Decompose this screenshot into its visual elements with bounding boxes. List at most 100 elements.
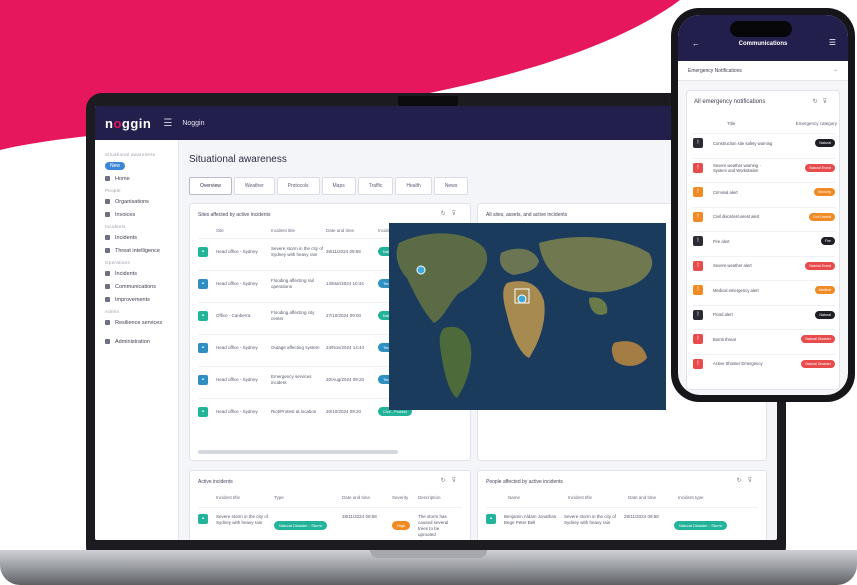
- tab-maps[interactable]: Maps: [321, 177, 356, 195]
- filter-icon[interactable]: ⊽: [452, 478, 462, 484]
- notification-icon: !: [693, 162, 703, 173]
- notification-row[interactable]: ! Active Shooter Emergency Natural Disaste…: [693, 353, 835, 373]
- map-marker[interactable]: [416, 265, 426, 275]
- refresh-icon[interactable]: ↻: [441, 478, 452, 484]
- notification-icon: !: [693, 187, 703, 197]
- sidebar-item-incidents[interactable]: Incidents: [101, 232, 172, 243]
- world-map[interactable]: [389, 223, 666, 410]
- title-cell: Emergency services incident: [271, 373, 312, 385]
- notification-icon: !: [693, 236, 703, 246]
- sidebar-item-incidents-ops[interactable]: Incidents: [101, 268, 172, 279]
- status-badge: Natural Disaster - Storm: [274, 521, 327, 530]
- refresh-icon[interactable]: ↻: [737, 478, 748, 484]
- category-badge: Civil Unrest: [808, 212, 835, 221]
- sidebar-group-label: Admin: [105, 309, 120, 314]
- people-affected-panel: People affected by active incidents ↻⊽ N…: [477, 470, 767, 540]
- category-badge: Security: [814, 188, 835, 196]
- date-cell: 27/10/2024 09:00: [326, 312, 362, 318]
- panel-tools: ↻⊽: [441, 477, 462, 484]
- notification-row[interactable]: ! Criminal alert Security: [693, 182, 835, 201]
- filter-icon[interactable]: ⊽: [748, 478, 758, 484]
- panel-title: All sites, assets, and active incidents: [486, 212, 568, 218]
- notification-title: Criminal alert: [713, 189, 738, 195]
- notification-row[interactable]: ! Medical emergency alert Medical: [693, 280, 835, 299]
- table-row[interactable]: ▪ Benjamin Aldam Jonathan Bege Peter Bel…: [486, 507, 758, 540]
- product-hero: noggin ☰ Noggin ⚲ Situational awareness …: [0, 0, 857, 585]
- category-badge: Natural Disaster: [801, 335, 835, 343]
- panel-title: Active incidents: [198, 479, 233, 485]
- title-cell: Outage affecting system: [271, 344, 320, 350]
- category-badge: Natural: [815, 310, 835, 319]
- notification-row[interactable]: ! Flood alert Natural: [693, 304, 835, 324]
- sidebar-item-communications[interactable]: Communications: [101, 281, 172, 292]
- hamburger-menu-icon[interactable]: ☰: [829, 38, 836, 47]
- sidebar-item-resilience-services[interactable]: Resilience services: [101, 317, 172, 328]
- notification-title: Construction site safety warning: [713, 140, 773, 146]
- invoice-icon: [105, 212, 110, 217]
- tab-weather[interactable]: Weather: [233, 177, 275, 195]
- card-title: All emergency notifications: [694, 99, 766, 105]
- sidebar-item-administration[interactable]: Administration: [101, 336, 172, 347]
- category-badge: Natural Disaster: [801, 359, 835, 368]
- notification-title: Active Shooter Emergency: [713, 361, 763, 366]
- hamburger-menu-icon[interactable]: ☰: [163, 118, 172, 129]
- page-title: Situational awareness: [189, 154, 287, 165]
- notification-row[interactable]: ! Civil disorder/unrest alert Civil Unrest: [693, 206, 835, 226]
- panel-tools: ↻⊽: [737, 477, 758, 484]
- notification-row[interactable]: ! Severe weather warning - System and Wor…: [693, 157, 835, 177]
- notifications-card: All emergency notifications ↻⊽ Title Eme…: [686, 90, 840, 390]
- refresh-icon[interactable]: ↻: [441, 211, 452, 217]
- sidebar-item-invoices[interactable]: Invoices: [101, 209, 172, 220]
- title-cell: Severe storm in the city of Sydney with …: [271, 245, 324, 257]
- title-cell: Riot/Protest at location: [271, 408, 317, 414]
- notification-row[interactable]: ! Fire alert Fire: [693, 231, 835, 250]
- sidebar-item-home[interactable]: Home: [101, 173, 172, 184]
- sidebar-item-improvements[interactable]: Improvements: [101, 294, 172, 305]
- sidebar-group-label: Incidents: [105, 224, 126, 229]
- table-row[interactable]: ▪ Severe storm in the city of Sydney wit…: [198, 507, 462, 540]
- sidebar-item-threat-intelligence[interactable]: Threat intelligence: [101, 245, 172, 256]
- notification-row[interactable]: ! Construction site safety warning Natural: [693, 133, 835, 152]
- notification-row[interactable]: ! Severe weather alert Natural Event: [693, 255, 835, 275]
- notification-row[interactable]: ! Bomb threat Natural Disaster: [693, 329, 835, 348]
- category-badge: Fire: [820, 237, 835, 245]
- table-header: Name Incident title Date and time Incide…: [508, 495, 704, 500]
- status-badge: Natural Disaster - Storm: [674, 521, 727, 530]
- notification-title: Severe weather warning - System and Work…: [713, 162, 761, 173]
- emergency-notifications-section[interactable]: Emergency Notifications ⌄: [678, 61, 848, 81]
- threat-icon: [105, 248, 110, 253]
- active-incidents-panel: Active incidents ↻⊽ Incident title Type …: [189, 470, 471, 540]
- incident-type-icon: ▪: [198, 278, 208, 289]
- sidebar-group-label: Operations: [105, 260, 131, 265]
- tab-news[interactable]: News: [433, 177, 469, 195]
- notification-icon: !: [693, 260, 703, 271]
- incident-type-icon: ▪: [198, 514, 208, 524]
- date-cell: 24/Nov/2024 14:44: [326, 344, 365, 350]
- refresh-icon[interactable]: ↻: [813, 99, 823, 105]
- topbar-title: Noggin: [182, 119, 205, 127]
- sidebar-item-organisations[interactable]: Organisations: [101, 196, 172, 207]
- noggin-logo[interactable]: noggin: [105, 116, 151, 131]
- category-badge: Medical: [814, 286, 835, 294]
- tab-traffic[interactable]: Traffic: [357, 177, 394, 195]
- sidebar-item-new[interactable]: New: [101, 160, 172, 171]
- horizontal-scrollbar[interactable]: [198, 450, 398, 454]
- panel-title: Sites affected by active incidents: [198, 212, 271, 218]
- improvements-icon: [105, 297, 110, 302]
- incident-type-icon: ▪: [198, 310, 208, 321]
- card-tools: ↻⊽: [813, 98, 832, 105]
- incident-type-icon: ▪: [198, 342, 208, 353]
- notification-title: Civil disorder/unrest alert: [713, 214, 760, 219]
- category-badge: Natural Event: [805, 163, 835, 172]
- site-cell: Head office - Sydney: [216, 344, 258, 350]
- tab-protocols[interactable]: Protocols: [276, 177, 320, 195]
- map-marker[interactable]: [517, 294, 527, 304]
- severity-badge: High: [392, 521, 411, 530]
- title-cell: Flooding affecting city center: [271, 309, 315, 321]
- tab-overview[interactable]: Overview: [189, 177, 232, 195]
- table-header: Incident title Type Date and time Severi…: [216, 495, 441, 500]
- filter-icon[interactable]: ⊽: [452, 211, 462, 217]
- panel-tools: ↻⊽: [441, 210, 462, 217]
- filter-icon[interactable]: ⊽: [823, 99, 832, 105]
- tab-health[interactable]: Health: [395, 177, 432, 195]
